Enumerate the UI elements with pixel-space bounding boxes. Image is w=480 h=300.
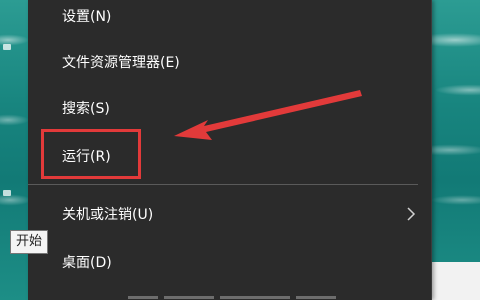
annotation-highlight-box xyxy=(41,129,141,179)
menu-item-label: 关机或注销(U) xyxy=(62,207,154,223)
annotation-arrow-icon xyxy=(174,90,362,140)
menu-item-shutdown-or-sign-out[interactable]: 关机或注销(U) xyxy=(28,196,431,232)
chevron-right-icon xyxy=(407,207,416,221)
menu-item-file-explorer[interactable]: 文件资源管理器(E) xyxy=(28,44,431,80)
menu-item-label: 搜索(S) xyxy=(62,101,110,117)
menu-item-label: 文件资源管理器(E) xyxy=(62,55,180,71)
background-window-fragment xyxy=(432,262,480,300)
desktop-icon-fragment xyxy=(3,44,11,50)
menu-item-label: 桌面(D) xyxy=(62,255,112,271)
menu-item-desktop[interactable]: 桌面(D) xyxy=(28,244,431,280)
clipped-taskbar-fragment xyxy=(128,292,388,300)
menu-item-label: 设置(N) xyxy=(62,9,112,25)
desktop-icon-fragment xyxy=(3,190,11,196)
menu-separator xyxy=(28,184,418,185)
menu-item-settings[interactable]: 设置(N) xyxy=(28,0,431,34)
start-tooltip: 开始 xyxy=(10,230,49,254)
